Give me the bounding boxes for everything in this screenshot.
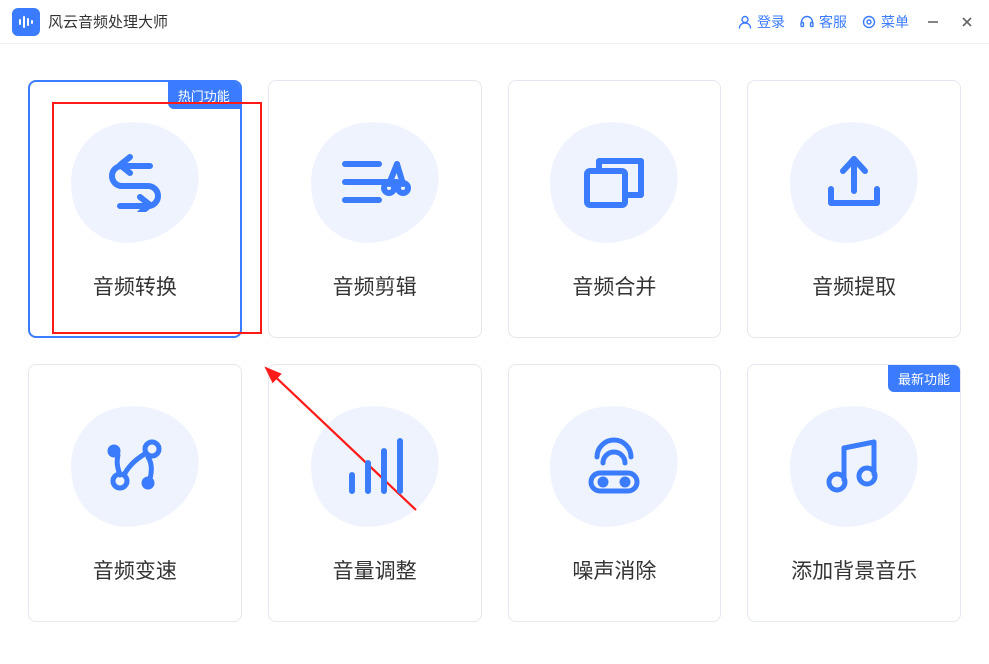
card-audio-merge[interactable]: 音频合并 bbox=[508, 80, 722, 338]
extract-icon bbox=[789, 117, 919, 247]
card-audio-speed[interactable]: 音频变速 bbox=[28, 364, 242, 622]
login-label: 登录 bbox=[757, 12, 785, 32]
card-label: 噪声消除 bbox=[572, 555, 656, 585]
speed-icon bbox=[70, 401, 200, 531]
music-icon bbox=[789, 401, 919, 531]
card-label: 音频合并 bbox=[572, 271, 656, 301]
gear-icon bbox=[861, 14, 877, 30]
card-audio-extract[interactable]: 音频提取 bbox=[747, 80, 961, 338]
card-label: 音频转换 bbox=[93, 271, 177, 301]
convert-icon bbox=[70, 117, 200, 247]
menu-button[interactable]: 菜单 bbox=[861, 12, 909, 32]
login-button[interactable]: 登录 bbox=[737, 12, 785, 32]
card-label: 音量调整 bbox=[333, 555, 417, 585]
card-grid: 热门功能 音频转换 音频剪辑 音频合并 bbox=[28, 80, 961, 622]
minimize-icon bbox=[926, 15, 940, 29]
titlebar: 风云音频处理大师 登录 客服 菜单 bbox=[0, 0, 989, 44]
hot-badge: 热门功能 bbox=[168, 82, 240, 109]
close-button[interactable] bbox=[957, 12, 977, 32]
card-label: 音频变速 bbox=[93, 555, 177, 585]
card-volume-adjust[interactable]: 音量调整 bbox=[268, 364, 482, 622]
support-button[interactable]: 客服 bbox=[799, 12, 847, 32]
card-audio-edit[interactable]: 音频剪辑 bbox=[268, 80, 482, 338]
card-audio-convert[interactable]: 热门功能 音频转换 bbox=[28, 80, 242, 338]
titlebar-left: 风云音频处理大师 bbox=[12, 8, 168, 36]
card-noise-removal[interactable]: 噪声消除 bbox=[508, 364, 722, 622]
card-add-bgm[interactable]: 最新功能 添加背景音乐 bbox=[747, 364, 961, 622]
volume-icon bbox=[310, 401, 440, 531]
merge-icon bbox=[549, 117, 679, 247]
content: 热门功能 音频转换 音频剪辑 音频合并 bbox=[0, 44, 989, 658]
edit-icon bbox=[310, 117, 440, 247]
user-icon bbox=[737, 14, 753, 30]
noise-icon bbox=[549, 401, 679, 531]
close-icon bbox=[960, 15, 974, 29]
new-badge: 最新功能 bbox=[888, 365, 960, 392]
titlebar-right: 登录 客服 菜单 bbox=[737, 12, 977, 32]
headset-icon bbox=[799, 14, 815, 30]
card-label: 音频提取 bbox=[812, 271, 896, 301]
card-label: 音频剪辑 bbox=[333, 271, 417, 301]
card-label: 添加背景音乐 bbox=[791, 555, 917, 585]
app-logo-icon bbox=[12, 8, 40, 36]
app-title: 风云音频处理大师 bbox=[48, 11, 168, 32]
menu-label: 菜单 bbox=[881, 12, 909, 32]
minimize-button[interactable] bbox=[923, 12, 943, 32]
support-label: 客服 bbox=[819, 12, 847, 32]
